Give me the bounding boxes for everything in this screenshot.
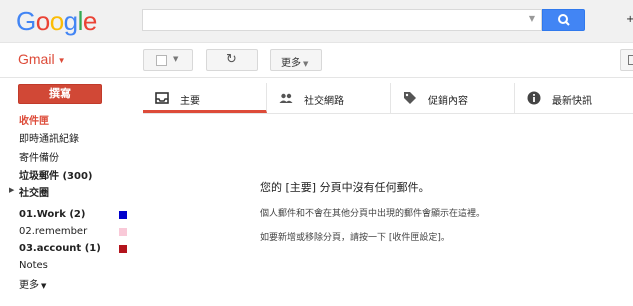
- logo-letter: g: [63, 6, 78, 36]
- sidebar-item-label-work[interactable]: 01.Work (2): [19, 209, 85, 220]
- gmail-label: Gmail: [18, 51, 55, 67]
- sidebar-item-label-remember[interactable]: 02.remember: [19, 226, 87, 237]
- empty-inbox-hint: 個人郵件和不會在其他分頁中出現的郵件會顯示在這裡。: [260, 209, 486, 219]
- more-label: 更多: [19, 280, 39, 291]
- sidebar-item-inbox[interactable]: 收件匣: [19, 112, 49, 127]
- search-icon: [558, 14, 570, 26]
- tab-social[interactable]: 社交網路: [267, 83, 391, 113]
- checkbox-icon: [156, 55, 167, 66]
- empty-inbox-message: 您的 [主要] 分頁中沒有任何郵件。: [260, 181, 430, 194]
- chevron-down-icon: ▼: [303, 60, 309, 68]
- logo-letter: e: [82, 6, 97, 36]
- gmail-menu-button[interactable]: Gmail ▼: [18, 51, 65, 67]
- inbox-settings-hint[interactable]: 如要新增或移除分頁，請按一下 [收件匣設定]。: [260, 230, 450, 243]
- settings-icon: [628, 55, 633, 65]
- logo-letter: G: [16, 6, 36, 36]
- sidebar-item-spam[interactable]: 垃圾郵件 (300): [19, 167, 93, 182]
- tab-primary[interactable]: 主要: [143, 83, 267, 113]
- expand-arrow-icon[interactable]: ▶: [9, 186, 14, 194]
- chevron-down-icon: ▼: [41, 282, 47, 290]
- inbox-tabs: 主要 社交網路 促銷內容 最新快訊: [143, 83, 633, 114]
- google-logo[interactable]: Google: [16, 6, 97, 37]
- inbox-icon: [155, 92, 169, 104]
- refresh-button[interactable]: ↻: [206, 49, 258, 71]
- top-header: Google ▼ +: [0, 0, 633, 43]
- people-icon: [279, 93, 293, 103]
- sidebar-item-sent[interactable]: 寄件備份: [19, 149, 59, 164]
- tab-label: 最新快訊: [552, 96, 592, 107]
- sidebar-item-label-account[interactable]: 03.account (1): [19, 243, 101, 254]
- refresh-icon: ↻: [226, 52, 237, 67]
- more-label: 更多: [281, 58, 301, 69]
- info-icon: [527, 91, 541, 105]
- plus-link[interactable]: +: [626, 14, 633, 25]
- tab-label: 促銷內容: [428, 96, 468, 107]
- sidebar-item-label-notes[interactable]: Notes: [19, 260, 48, 271]
- tab-label: 主要: [180, 96, 200, 107]
- more-button[interactable]: 更多 ▼: [270, 49, 322, 71]
- tag-icon: [404, 92, 416, 104]
- compose-button[interactable]: 撰寫: [18, 84, 102, 104]
- select-button[interactable]: ▼: [143, 49, 193, 71]
- label-color-swatch[interactable]: [119, 228, 127, 236]
- chevron-down-icon: ▼: [57, 55, 66, 65]
- sidebar-item-chats[interactable]: 即時通訊紀錄: [19, 130, 79, 145]
- chevron-down-icon: ▼: [173, 55, 179, 63]
- search-options-chevron-icon[interactable]: ▼: [529, 14, 535, 23]
- label-color-swatch[interactable]: [119, 245, 127, 253]
- search-input[interactable]: ▼: [142, 9, 542, 31]
- sidebar-item-more[interactable]: 更多 ▼: [19, 276, 46, 291]
- label-color-swatch[interactable]: [119, 211, 127, 219]
- tab-updates[interactable]: 最新快訊: [515, 83, 633, 113]
- tab-promotions[interactable]: 促銷內容: [391, 83, 515, 113]
- tab-label: 社交網路: [304, 96, 344, 107]
- logo-letter: o: [49, 6, 64, 36]
- sidebar-item-circles[interactable]: 社交圈: [19, 184, 49, 199]
- toolbar: Gmail ▼ ▼ ↻ 更多 ▼: [0, 43, 633, 78]
- settings-button[interactable]: [620, 49, 633, 71]
- logo-letter: o: [35, 6, 50, 36]
- search-button[interactable]: [542, 9, 585, 31]
